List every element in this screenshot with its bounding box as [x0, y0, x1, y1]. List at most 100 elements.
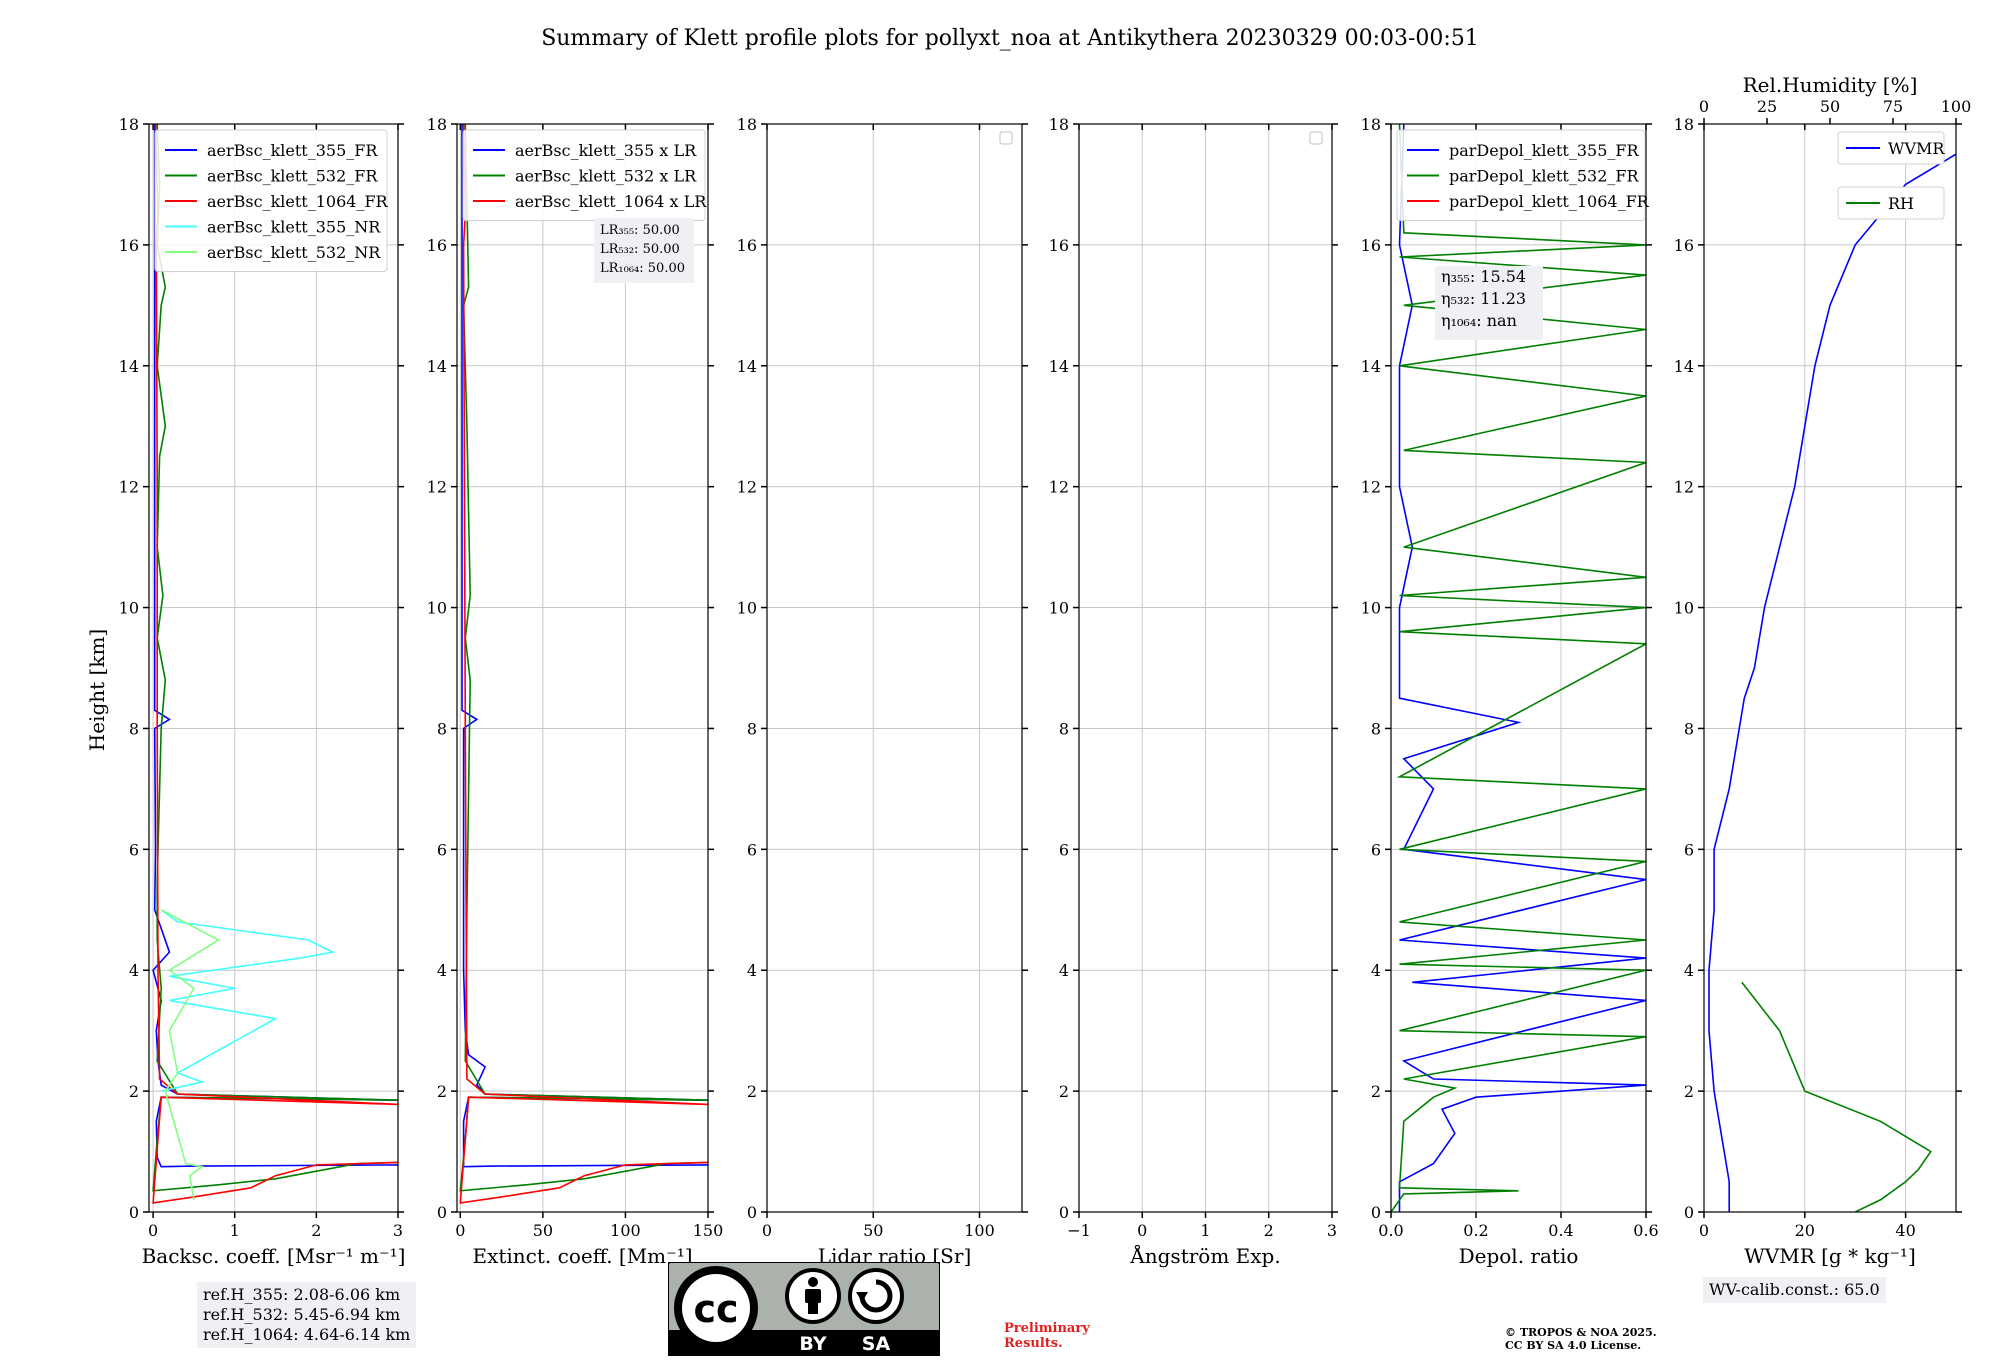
- y-tick-label: 14: [119, 357, 139, 376]
- series-line-2: [459, 124, 708, 1204]
- x-tick-label: 20: [1795, 1221, 1815, 1240]
- series-group: [459, 124, 708, 1204]
- empty-legend-box: [999, 131, 1013, 145]
- wv-calibration-note: WV-calib.const.: 65.0: [1703, 1277, 1886, 1303]
- legend-label: RH: [1888, 194, 1914, 213]
- y-tick-label: 18: [1049, 115, 1069, 134]
- legend-label: aerBsc_klett_532_FR: [207, 167, 378, 186]
- y-tick-label: 6: [747, 840, 757, 859]
- axes-frame: [148, 123, 399, 1213]
- y-tick-label: 2: [747, 1082, 757, 1101]
- x-tick-label: 0: [1137, 1221, 1147, 1240]
- legend-label: WVMR: [1888, 139, 1945, 158]
- x-axis-label: Extinct. coeff. [Mm⁻¹]: [472, 1244, 692, 1268]
- y-tick-label: 0: [1371, 1203, 1381, 1222]
- y-tick-label: 16: [119, 236, 139, 255]
- legend-label: aerBsc_klett_355_NR: [207, 218, 381, 237]
- y-tick-label: 12: [737, 478, 757, 497]
- y-tick-label: 4: [1684, 961, 1694, 980]
- y-tick-label: 18: [1361, 115, 1381, 134]
- y-tick-label: 8: [129, 719, 139, 738]
- x-tick-label: −1: [1067, 1221, 1091, 1240]
- ref-height-532: ref.H_532: 5.45-6.94 km: [203, 1305, 401, 1324]
- y-tick-label: 14: [737, 357, 757, 376]
- annotation-text: LR₁₀₆₄: 50.00: [600, 261, 685, 276]
- y-tick-label: 14: [1361, 357, 1381, 376]
- panel-angstrom: −1 0 1 2 3024681012141618Ångström Exp.: [1049, 115, 1338, 1268]
- series-group: [152, 124, 398, 1204]
- x-tick-label: 0: [762, 1221, 772, 1240]
- sa-label: SA: [862, 1333, 891, 1355]
- x-axis-label: WVMR [g * kg⁻¹]: [1744, 1244, 1916, 1268]
- y-tick-label: 10: [1674, 599, 1694, 618]
- legend-label: parDepol_klett_532_FR: [1449, 167, 1640, 186]
- secondary-x-axis-label: Rel.Humidity [%]: [1743, 73, 1918, 97]
- series-group: [1708, 153, 1956, 1212]
- legend-label: aerBsc_klett_1064_FR: [207, 192, 389, 211]
- y-tick-label: 16: [737, 236, 757, 255]
- panel-lidar-ratio: 0 50 100024681012141618Lidar ratio [Sr]: [737, 115, 1028, 1268]
- copyright-line-1: © TROPOS & NOA 2025.: [1505, 1326, 1657, 1339]
- y-tick-label: 2: [1371, 1082, 1381, 1101]
- y-tick-label: 14: [427, 357, 447, 376]
- x-axis-label: Depol. ratio: [1459, 1244, 1579, 1268]
- panel-depolarization: 0.0 0.2 0.4 0.6 0 2 4 6 8 10 12 14 16 18 Depol. ratio p…: [1361, 115, 1659, 1268]
- x-tick-label: 0.2: [1463, 1221, 1488, 1240]
- y-tick-label: 12: [427, 478, 447, 497]
- legend-label: aerBsc_klett_532 x LR: [515, 167, 697, 186]
- x-tick-label: 0: [148, 1221, 158, 1240]
- axes-frame: [766, 123, 1023, 1213]
- y-tick-label: 4: [437, 961, 447, 980]
- y-tick-label: 8: [747, 719, 757, 738]
- x-tick-label: 0: [455, 1221, 465, 1240]
- by-label: BY: [799, 1333, 826, 1355]
- x-tick-label: 0.6: [1633, 1221, 1658, 1240]
- legend-label: aerBsc_klett_1064 x LR: [515, 192, 707, 211]
- y-tick-label: 18: [427, 115, 447, 134]
- reference-height-note: ref.H_355: 2.08-6.06 km ref.H_532: 5.45-…: [197, 1282, 417, 1348]
- preliminary-results-note: Preliminary Results.: [1004, 1321, 1090, 1351]
- y-tick-label: 8: [437, 719, 447, 738]
- secondary-x-tick-label: 25: [1757, 97, 1777, 116]
- y-tick-label: 18: [737, 115, 757, 134]
- x-tick-label: 2: [311, 1221, 321, 1240]
- y-tick-label: 10: [737, 599, 757, 618]
- legend-label: aerBsc_klett_355 x LR: [515, 141, 697, 160]
- y-tick-label: 6: [1684, 840, 1694, 859]
- annotation-text: η₃₅₅: 15.54: [1441, 267, 1526, 286]
- y-tick-label: 16: [427, 236, 447, 255]
- x-tick-label: 40: [1895, 1221, 1915, 1240]
- y-tick-label: 10: [1361, 599, 1381, 618]
- series-line-1: [459, 124, 708, 1192]
- panel-wvmr: 0 20 40 0 2 4 6 8 10 12 14 16 18 WVMR [g * kg⁻¹] 0 25 50…: [1674, 73, 1972, 1268]
- annotation-text: LR₃₅₅: 50.00: [600, 223, 680, 238]
- secondary-x-tick-label: 100: [1941, 97, 1972, 116]
- y-tick-label: 2: [437, 1082, 447, 1101]
- y-tick-label: 8: [1684, 719, 1694, 738]
- y-tick-label: 14: [1049, 357, 1069, 376]
- series-line-2: [152, 124, 398, 1204]
- legend-label: parDepol_klett_1064_FR: [1449, 192, 1650, 211]
- copyright-line-2: CC BY SA 4.0 License.: [1505, 1339, 1642, 1352]
- ref-height-1064: ref.H_1064: 4.64-6.14 km: [203, 1325, 411, 1344]
- y-tick-label: 8: [1371, 719, 1381, 738]
- y-tick-label: 12: [119, 478, 139, 497]
- y-tick-label: 12: [1361, 478, 1381, 497]
- copyright-note: © TROPOS & NOA 2025. CC BY SA 4.0 Licens…: [1505, 1326, 1657, 1352]
- y-tick-label: 18: [119, 115, 139, 134]
- attribution-person-icon: [785, 1268, 841, 1324]
- panel-backscatter: 0 1 2 3024681012141618Backsc. coeff. [Msr⁻¹…: [119, 115, 406, 1268]
- y-tick-label: 12: [1049, 478, 1069, 497]
- cc-label: cc: [693, 1287, 738, 1331]
- x-tick-label: 1: [1200, 1221, 1210, 1240]
- x-tick-label: 50: [863, 1221, 883, 1240]
- y-tick-label: 18: [1674, 115, 1694, 134]
- y-tick-label: 0: [437, 1203, 447, 1222]
- y-tick-label: 8: [1059, 719, 1069, 738]
- y-tick-label: 10: [119, 599, 139, 618]
- y-tick-label: 2: [1059, 1082, 1069, 1101]
- y-tick-label: 4: [1371, 961, 1381, 980]
- annotation-text: η₅₃₂: 11.23: [1441, 289, 1526, 308]
- legend-label: aerBsc_klett_355_FR: [207, 141, 378, 160]
- annotation-text: LR₅₃₂: 50.00: [600, 242, 680, 257]
